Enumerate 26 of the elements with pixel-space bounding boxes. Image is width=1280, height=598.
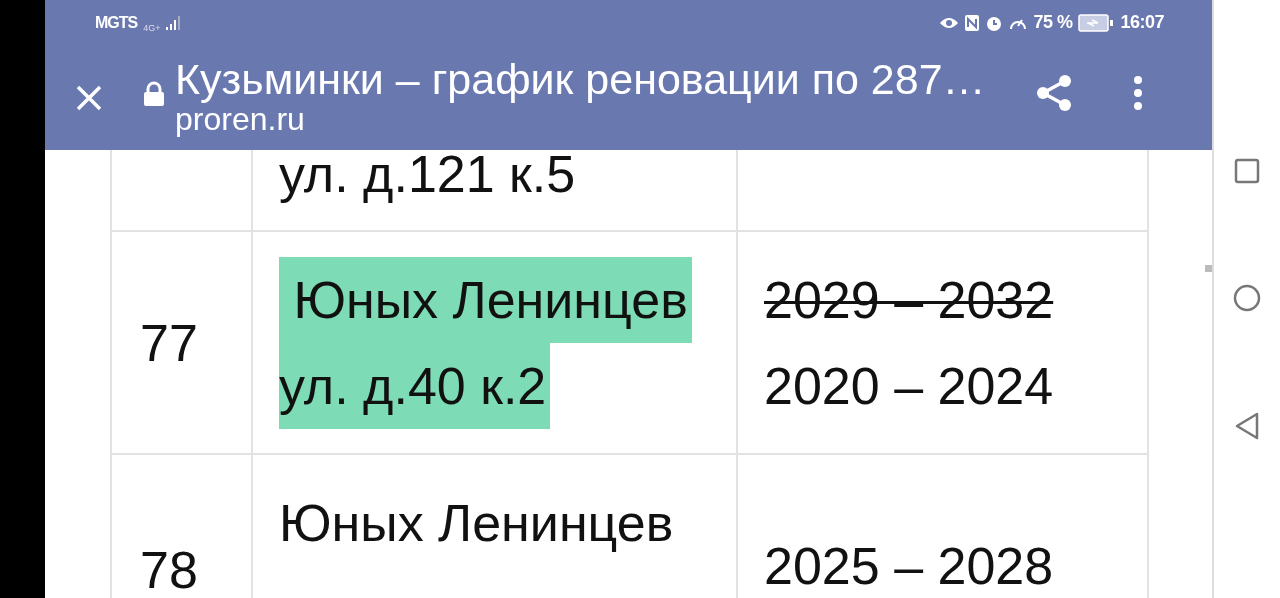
share-icon[interactable] — [1035, 72, 1073, 113]
lock-icon — [143, 80, 165, 107]
more-menu-icon[interactable] — [1133, 75, 1143, 110]
network-type: 4G+ — [143, 22, 161, 33]
page-title: Кузьминки – график реновации по 287… — [175, 55, 987, 102]
nfc-icon — [965, 14, 980, 31]
address-text: Юных Ленинцев — [279, 494, 674, 552]
back-icon[interactable] — [1234, 412, 1260, 440]
recent-apps-icon[interactable] — [1234, 158, 1260, 184]
eye-icon — [939, 15, 960, 30]
home-icon[interactable] — [1233, 284, 1261, 312]
signal-icon — [166, 15, 183, 30]
battery-icon — [1078, 13, 1115, 32]
scroll-indicator — [1205, 265, 1212, 272]
close-icon[interactable] — [75, 83, 103, 112]
address-text: Юных Ленинцев — [279, 256, 692, 343]
battery-percent: 75 % — [1033, 12, 1073, 33]
years-text: 2029 – 2032 — [764, 270, 1054, 329]
row-number: 77 — [140, 312, 199, 373]
carrier-name: MGTS — [95, 13, 138, 32]
years-text: 2025 – 2028 — [764, 537, 1054, 595]
address-text: ул. д.40 к.2 — [279, 342, 551, 429]
address-text: ул. д.121 к.5 — [279, 150, 576, 203]
years-text: 2020 – 2024 — [764, 356, 1054, 415]
row-number: 78 — [140, 540, 199, 598]
clock-time: 16:07 — [1120, 12, 1164, 33]
